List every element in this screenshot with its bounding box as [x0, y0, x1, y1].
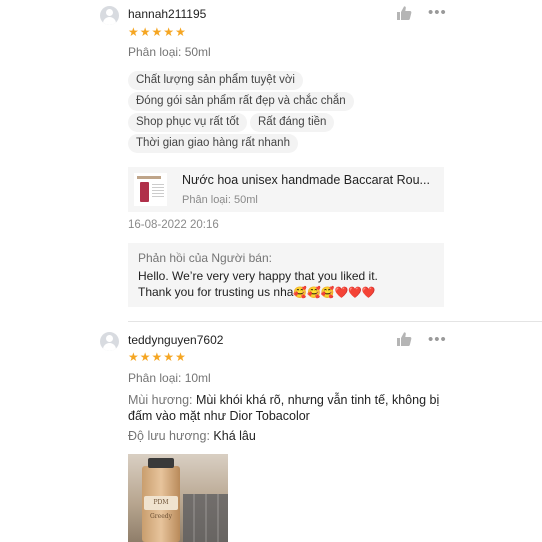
review-comment-scent-cont: đấm vào mặt như Dior Tobacolor [128, 409, 310, 423]
product-thumbnail[interactable] [134, 173, 167, 206]
star-icon: ★ [128, 25, 139, 39]
rating-stars: ★ ★ ★ ★ ★ [128, 351, 186, 363]
star-icon: ★ [175, 25, 186, 39]
star-icon: ★ [139, 350, 151, 364]
seller-reply: Phản hồi của Người bán: Hello. We’re ver… [128, 243, 444, 307]
review-variant: Phân loại: 10ml [128, 371, 211, 385]
product-name: Nước hoa unisex handmade Baccarat Rou... [182, 173, 430, 187]
review-timestamp: 16-08-2022 20:16 [128, 219, 219, 231]
photo-bottle-label: PDM Greedy [144, 496, 178, 520]
star-icon: ★ [139, 25, 151, 39]
seller-reply-line: Thank you for trusting us nha🥰🥰🥰❤️❤️❤️ [138, 284, 438, 301]
star-icon: ★ [175, 350, 186, 364]
review-tag: Rất đáng tiền [250, 113, 335, 132]
rating-stars: ★ ★ ★ ★ ★ [128, 26, 186, 38]
review-tag: Chất lượng sản phẩm tuyệt vời [128, 71, 303, 90]
review-comment-longevity: Độ lưu hương: Khá lâu [128, 428, 256, 445]
seller-reply-emojis: 🥰🥰🥰❤️❤️❤️ [293, 287, 376, 299]
star-icon: ★ [163, 350, 175, 364]
scent-value: Mùi khói khá rõ, nhưng vẫn tinh tế, khôn… [196, 393, 440, 407]
more-dots-icon[interactable]: ••• [428, 332, 447, 347]
scent-label: Mùi hương: [128, 393, 193, 407]
review-divider [128, 321, 542, 322]
review-photo[interactable]: PDM Greedy [128, 454, 228, 542]
user-avatar-icon[interactable] [100, 6, 119, 25]
review-tag: Đóng gói sản phẩm rất đẹp và chắc chắn [128, 92, 354, 111]
star-icon: ★ [151, 350, 163, 364]
review-tag: Shop phục vụ rất tốt [128, 113, 247, 132]
longevity-value: Khá lâu [213, 429, 256, 443]
thumbs-up-icon[interactable] [396, 331, 412, 347]
star-icon: ★ [128, 350, 139, 364]
review-item: hannah211195 ••• ★ ★ ★ ★ ★ Phân loại: 50… [0, 0, 542, 322]
review-tag: Thời gian giao hàng rất nhanh [128, 134, 298, 153]
more-dots-icon[interactable]: ••• [428, 5, 447, 20]
thumbs-up-icon[interactable] [396, 5, 412, 21]
star-icon: ★ [151, 25, 163, 39]
seller-reply-title: Phản hồi của Người bán: [138, 251, 272, 265]
product-variant: Phân loại: 50ml [182, 194, 258, 206]
longevity-label: Độ lưu hương: [128, 429, 210, 443]
seller-reply-line-text: Thank you for trusting us nha [138, 285, 294, 299]
reviewer-username[interactable]: teddynguyen7602 [128, 333, 223, 347]
review-comment-scent: Mùi hương: Mùi khói khá rõ, nhưng vẫn ti… [128, 392, 439, 409]
reviewer-username[interactable]: hannah211195 [128, 7, 206, 21]
user-avatar-icon[interactable] [100, 332, 119, 351]
review-variant: Phân loại: 50ml [128, 45, 211, 59]
seller-reply-text: Hello. We’re very very happy that you li… [138, 268, 438, 301]
star-icon: ★ [163, 25, 175, 39]
seller-reply-line: Hello. We’re very very happy that you li… [138, 269, 378, 283]
product-card[interactable]: Nước hoa unisex handmade Baccarat Rou...… [128, 167, 444, 212]
